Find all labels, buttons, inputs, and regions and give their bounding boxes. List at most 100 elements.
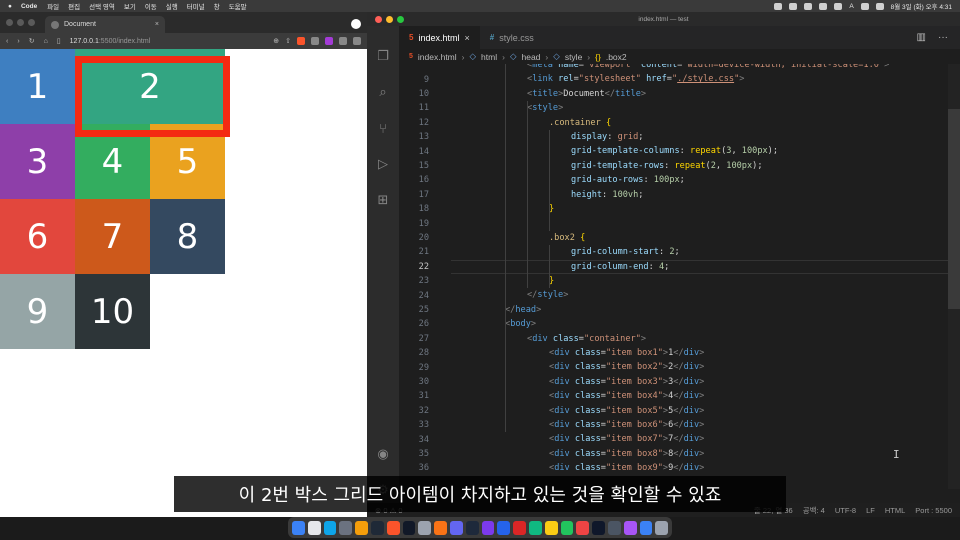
breadcrumb-item[interactable]: head: [522, 52, 541, 62]
scrollbar-thumb[interactable]: [948, 109, 960, 309]
breadcrumb-item[interactable]: style: [565, 52, 582, 62]
line-number: 34: [418, 434, 429, 445]
menu-item[interactable]: 편집: [68, 4, 80, 11]
dock-app-icon[interactable]: [544, 520, 558, 535]
tab-index-html[interactable]: 5 index.html ×: [399, 26, 480, 49]
zoom-window-button[interactable]: [28, 19, 35, 26]
vpn-icon[interactable]: [325, 37, 333, 45]
home-icon[interactable]: ⌂: [44, 38, 48, 45]
dock-app-icon[interactable]: [307, 520, 321, 535]
code-text: grid-column-end: 4;: [571, 261, 670, 272]
menu-item[interactable]: 도움말: [229, 4, 247, 11]
extension-icon[interactable]: [311, 37, 319, 45]
minimize-window-button[interactable]: [17, 19, 24, 26]
dock-app-icon[interactable]: [607, 520, 621, 535]
dock-app-icon[interactable]: [639, 520, 653, 535]
dock-app-icon[interactable]: [560, 520, 574, 535]
dock-app-icon[interactable]: [528, 520, 542, 535]
dock-app-icon[interactable]: [655, 520, 669, 535]
dock-app-icon[interactable]: [513, 520, 526, 535]
encoding[interactable]: UTF-8: [835, 506, 856, 515]
account-icon[interactable]: ◉: [375, 446, 391, 462]
dock-app-icon[interactable]: [465, 520, 479, 535]
run-debug-icon[interactable]: ▷: [375, 156, 391, 172]
status-icon[interactable]: [774, 2, 783, 10]
extensions-icon[interactable]: ⊞: [375, 192, 391, 208]
breadcrumb-item[interactable]: index.html: [418, 52, 457, 62]
menu-item[interactable]: 창: [214, 4, 220, 11]
reload-icon[interactable]: ↻: [29, 37, 35, 45]
code-text: grid-auto-rows: 100px;: [571, 175, 685, 186]
dock-app-icon[interactable]: [434, 520, 447, 535]
dock-app-icon[interactable]: [339, 520, 353, 535]
search-icon[interactable]: ⌕: [375, 84, 391, 100]
dock-app-icon[interactable]: [576, 520, 590, 535]
code-line: 35: [399, 447, 463, 461]
search-icon[interactable]: [875, 2, 884, 10]
forward-icon[interactable]: ›: [17, 38, 19, 45]
menu-item[interactable]: 보기: [124, 4, 136, 11]
wifi-icon[interactable]: [860, 2, 869, 10]
browser-tab[interactable]: Document ×: [45, 16, 165, 33]
menu-item[interactable]: 파일: [47, 4, 59, 11]
status-icon[interactable]: [789, 2, 798, 10]
dock-app-icon[interactable]: [402, 520, 416, 535]
back-icon[interactable]: ‹: [6, 38, 8, 45]
apple-icon[interactable]: ●: [8, 3, 12, 10]
share-icon[interactable]: ⇧: [285, 37, 291, 45]
browser-profile-icon[interactable]: [351, 19, 361, 29]
zoom-window-button[interactable]: [397, 15, 404, 23]
menu-item[interactable]: 선택 영역: [89, 4, 115, 11]
brave-shields-icon[interactable]: [297, 37, 305, 45]
source-control-icon[interactable]: ⑂: [375, 120, 391, 136]
dock-app-icon[interactable]: [355, 520, 368, 535]
tab-style-css[interactable]: # style.css: [480, 26, 544, 49]
app-menu-code[interactable]: Code: [21, 3, 37, 10]
end-of-line[interactable]: LF: [866, 506, 875, 515]
dock-app-icon[interactable]: [323, 520, 337, 535]
input-source-indicator[interactable]: A: [849, 3, 853, 10]
live-server-port[interactable]: Port : 5500: [915, 506, 952, 515]
split-editor-icon[interactable]: ▥: [917, 32, 926, 43]
dock-app-icon[interactable]: [623, 520, 637, 535]
close-window-button[interactable]: [6, 19, 13, 26]
menu-icon[interactable]: [353, 37, 361, 45]
code-line: 13: [399, 130, 463, 144]
menu-bar-clock[interactable]: 8월 3일 (화) 오후 4:31: [891, 1, 952, 11]
indentation[interactable]: 공백: 4: [803, 505, 825, 516]
url-field[interactable]: 127.0.0.1:5500/index.html: [70, 38, 151, 45]
close-window-button[interactable]: [375, 15, 382, 23]
dock-app-icon[interactable]: [497, 520, 511, 535]
zoom-icon[interactable]: ⊕: [273, 37, 279, 45]
selector-icon: {}: [595, 51, 601, 62]
dock-app-icon[interactable]: [449, 520, 463, 535]
code-text: <div class="item box1">1</div>: [549, 348, 705, 358]
close-tab-icon[interactable]: ×: [155, 21, 159, 28]
menu-item[interactable]: 실행: [166, 4, 178, 11]
status-icon[interactable]: [834, 2, 843, 10]
menu-item[interactable]: 이동: [145, 4, 157, 11]
breadcrumb-item[interactable]: html: [481, 52, 497, 62]
status-icon[interactable]: [804, 2, 813, 10]
dock-app-icon[interactable]: [386, 520, 400, 535]
code-line: 19: [399, 216, 463, 230]
status-icon[interactable]: [819, 2, 828, 10]
dock-app-icon[interactable]: [481, 520, 495, 535]
dock-app-icon[interactable]: [592, 520, 605, 535]
dock-app-icon[interactable]: [418, 520, 432, 535]
bookmark-icon[interactable]: ▯: [57, 37, 61, 45]
minimize-window-button[interactable]: [386, 15, 393, 23]
indent-guide: [549, 245, 550, 289]
dock-app-icon[interactable]: [292, 520, 305, 535]
language-mode[interactable]: HTML: [885, 506, 905, 515]
explorer-icon[interactable]: ❐: [375, 48, 391, 64]
breadcrumb-item[interactable]: .box2: [606, 52, 627, 62]
more-actions-icon[interactable]: ···: [938, 32, 948, 43]
puzzle-icon[interactable]: [339, 37, 347, 45]
dock-app-icon[interactable]: [370, 520, 384, 535]
code-editor[interactable]: <meta name="viewport" content="width=dev…: [399, 64, 948, 489]
browser-tab-bar: Document ×: [0, 12, 367, 33]
menu-item[interactable]: 터미널: [187, 4, 205, 11]
close-tab-icon[interactable]: ×: [464, 33, 469, 43]
minimap[interactable]: [948, 64, 960, 489]
